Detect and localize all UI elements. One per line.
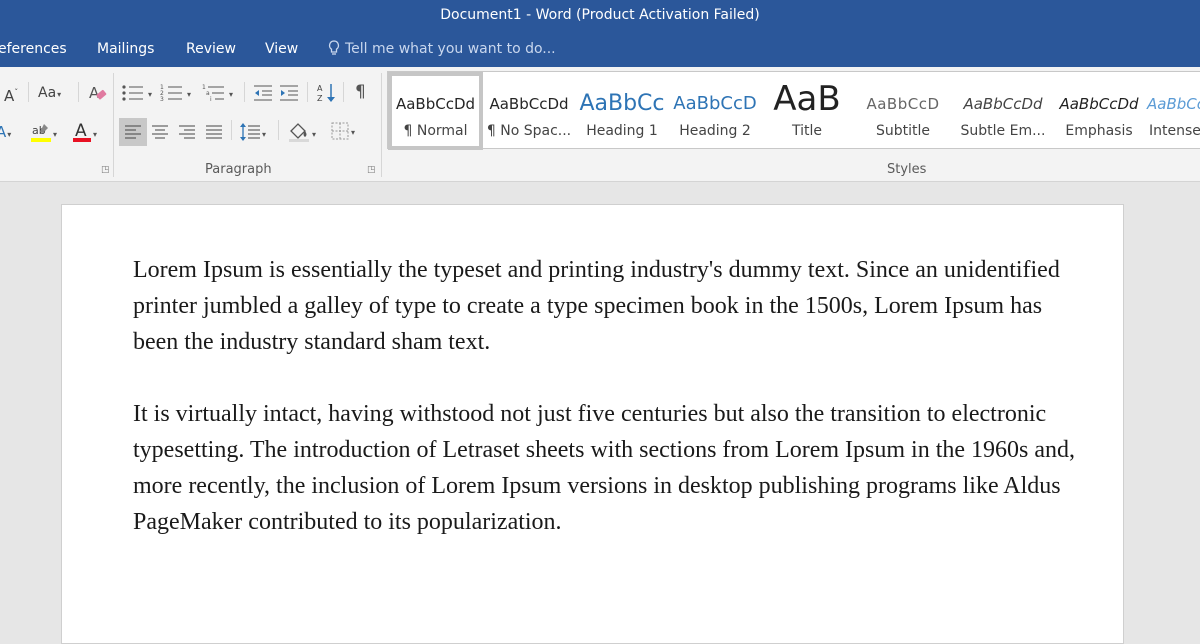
style-name: Heading 1 (586, 123, 658, 139)
style-name: Subtle Em... (960, 123, 1046, 139)
document-page[interactable]: Lorem Ipsum is essentially the typeset a… (61, 204, 1124, 644)
sort-icon[interactable]: AZ (316, 82, 338, 108)
font-dialog-launcher-icon[interactable]: ◳ (101, 165, 110, 175)
bullets-button[interactable]: ▾ (121, 83, 152, 110)
style-normal[interactable]: AaBbCcDd ¶ Normal (388, 72, 483, 150)
style-name: Emphasis (1065, 123, 1133, 139)
document-paragraph[interactable]: It is virtually intact, having withstood… (133, 396, 1083, 540)
style-intense-emphasis[interactable]: AaBbCcD Intense (1145, 72, 1200, 150)
style-sample: AaB (773, 79, 841, 119)
document-paragraph[interactable]: Lorem Ipsum is essentially the typeset a… (133, 252, 1083, 360)
ribbon-tabs: eferences Mailings Review View Tell me w… (0, 30, 1200, 67)
ribbon: Aˇ Aa▾ A A▾ ab ▾ A ▾ ◳ ▾ 1 2 3 ▾ 1 a i ▾ AZ ¶ (0, 67, 1200, 182)
style-sample: AaBbCcD (1147, 95, 1200, 113)
separator (343, 82, 344, 102)
title-bar: Document1 - Word (Product Activation Fai… (0, 0, 1200, 30)
tab-review[interactable]: Review (186, 30, 236, 67)
lightbulb-icon (328, 39, 340, 55)
style-subtitle[interactable]: AaBbCcD Subtitle (853, 72, 953, 150)
clear-formatting-icon[interactable]: A (88, 83, 108, 107)
style-sample: AaBbCcDd (489, 95, 569, 113)
styles-group-label: Styles (887, 162, 927, 177)
styles-gallery: AaBbCcDd ¶ Normal AaBbCcDd ¶ No Spac... … (387, 71, 1200, 150)
svg-text:A: A (89, 84, 100, 102)
align-left-icon (125, 125, 141, 139)
style-name: Title (791, 123, 822, 139)
style-sample: AaBbCc (579, 91, 665, 116)
svg-text:A: A (317, 84, 323, 93)
svg-text:3: 3 (160, 96, 164, 103)
style-sample: AaBbCcD (866, 95, 940, 113)
style-sample: AaBbCcDd (963, 95, 1043, 113)
shading-button[interactable]: ▾ (287, 121, 316, 150)
tab-mailings[interactable]: Mailings (97, 30, 154, 67)
change-case-label: Aa (38, 85, 57, 101)
increase-indent-icon[interactable] (278, 83, 300, 107)
borders-button[interactable]: ▾ (330, 121, 355, 148)
group-separator (381, 73, 382, 177)
align-left-button[interactable] (119, 118, 147, 146)
style-name: ¶ No Spac... (486, 123, 572, 139)
multilevel-list-button[interactable]: 1 a i ▾ (202, 83, 233, 110)
style-name: ¶ Normal (403, 123, 468, 139)
tab-view[interactable]: View (265, 30, 298, 67)
paragraph-dialog-launcher-icon[interactable]: ◳ (367, 165, 376, 175)
align-right-icon[interactable] (177, 122, 197, 146)
separator (231, 120, 232, 140)
separator (307, 82, 308, 102)
text-effects-icon[interactable]: A▾ (0, 123, 11, 144)
separator (78, 82, 79, 102)
separator (278, 120, 279, 140)
font-color-button[interactable]: A ▾ (72, 121, 97, 152)
paragraph-group-label: Paragraph (205, 162, 272, 177)
tab-references[interactable]: eferences (0, 30, 67, 67)
show-formatting-marks-icon[interactable]: ¶ (355, 83, 366, 101)
separator (244, 82, 245, 102)
window-title: Document1 - Word (Product Activation Fai… (440, 7, 760, 23)
svg-text:Z: Z (317, 94, 323, 103)
tell-me-text: Tell me what you want to do... (345, 41, 556, 57)
change-case-button[interactable]: Aa▾ (38, 84, 61, 104)
highlight-color-button[interactable]: ab ▾ (30, 121, 57, 152)
group-separator (113, 73, 114, 177)
numbering-button[interactable]: 1 2 3 ▾ (160, 83, 191, 110)
tell-me-box[interactable]: Tell me what you want to do... (328, 30, 556, 67)
style-no-spacing[interactable]: AaBbCcDd ¶ No Spac... (483, 72, 575, 150)
decrease-indent-icon[interactable] (252, 83, 274, 107)
align-center-icon[interactable] (150, 122, 170, 146)
style-sample: AaBbCcDd (1059, 95, 1139, 113)
justify-icon[interactable] (204, 122, 224, 146)
decrease-font-size-icon[interactable]: Aˇ (4, 84, 18, 105)
style-subtle-emphasis[interactable]: AaBbCcDd Subtle Em... (953, 72, 1053, 150)
style-heading-2[interactable]: AaBbCcD Heading 2 (669, 72, 761, 150)
style-title[interactable]: AaB Title (761, 72, 853, 150)
style-name: Subtitle (875, 123, 931, 139)
line-spacing-button[interactable]: ▾ (239, 121, 266, 150)
style-emphasis[interactable]: AaBbCcDd Emphasis (1053, 72, 1145, 150)
separator (28, 82, 29, 102)
style-heading-1[interactable]: AaBbCc Heading 1 (575, 72, 669, 150)
style-name: Heading 2 (679, 123, 751, 139)
style-name: Intense (1149, 123, 1200, 139)
style-sample: AaBbCcDd (395, 95, 476, 113)
svg-text:i: i (210, 96, 212, 103)
style-sample: AaBbCcD (673, 93, 757, 114)
